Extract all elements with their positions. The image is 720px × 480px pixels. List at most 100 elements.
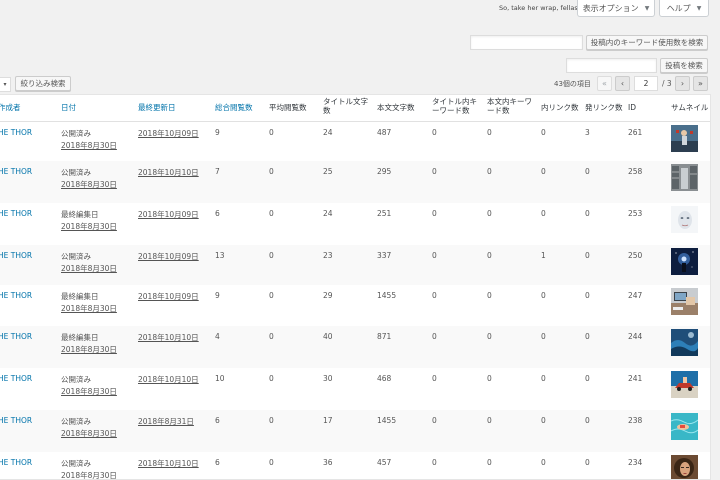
author-link[interactable]: HE THOR <box>0 374 32 383</box>
post-status: 公開済み <box>61 129 91 138</box>
post-search-input[interactable] <box>566 58 657 73</box>
keyword-search-button[interactable]: 投稿内のキーワード使用数を検索 <box>586 35 708 50</box>
modified-date: 2018年10月09日 <box>138 292 199 301</box>
title-chars-value: 29 <box>323 291 333 300</box>
external-links-value: 0 <box>585 251 590 260</box>
thumbnail-red-car-photo[interactable] <box>671 371 698 398</box>
column-date[interactable]: 日付 <box>61 103 76 112</box>
body-keywords-value: 0 <box>487 167 492 176</box>
bulk-action-select[interactable]: ▾ <box>0 77 11 92</box>
column-body-keywords: 本文内キーワード数 <box>487 97 532 115</box>
help-button[interactable]: ヘルプ ▼ <box>659 0 709 17</box>
modified-date: 2018年8月31日 <box>138 417 194 426</box>
title-chars-value: 24 <box>323 128 333 137</box>
total-views-value: 10 <box>215 374 225 383</box>
total-views-value: 9 <box>215 128 220 137</box>
post-status: 公開済み <box>61 375 91 384</box>
column-title-chars: タイトル文字数 <box>323 97 368 115</box>
author-link[interactable]: HE THOR <box>0 167 32 176</box>
column-id: ID <box>628 103 636 112</box>
post-status: 公開済み <box>61 417 91 426</box>
body-chars-value: 487 <box>377 128 392 137</box>
avg-views-value: 0 <box>269 167 274 176</box>
keyword-search-input[interactable] <box>470 35 583 50</box>
title-keywords-value: 0 <box>432 167 437 176</box>
modified-date: 2018年10月10日 <box>138 168 199 177</box>
author-link[interactable]: HE THOR <box>0 128 32 137</box>
author-link[interactable]: HE THOR <box>0 291 32 300</box>
author-link[interactable]: HE THOR <box>0 209 32 218</box>
thumbnail-desk-photo[interactable] <box>671 288 698 315</box>
internal-links-value: 0 <box>541 458 546 467</box>
filter-button[interactable]: 絞り込み検索 <box>15 76 71 91</box>
table-row: HE THOR 2018年10月10日 4 0 40 871 0 0 0 0 244 最終編集日 201… <box>0 326 710 368</box>
body-chars-value: 295 <box>377 167 392 176</box>
post-id-value: 238 <box>628 416 643 425</box>
current-page-input[interactable]: 2 <box>634 76 658 91</box>
post-status: 最終編集日 <box>61 333 99 342</box>
column-author[interactable]: 作成者 <box>0 103 21 112</box>
total-views-value: 4 <box>215 332 220 341</box>
thumbnail-fighter-photo[interactable] <box>671 125 698 152</box>
title-chars-value: 36 <box>323 458 333 467</box>
thumbnail-library-photo[interactable] <box>671 164 698 191</box>
internal-links-value: 0 <box>541 374 546 383</box>
column-total-views[interactable]: 総合閲覧数 <box>215 103 253 112</box>
title-keywords-value: 0 <box>432 374 437 383</box>
modified-date: 2018年10月10日 <box>138 459 199 468</box>
prev-page-button[interactable]: ‹ <box>615 76 630 91</box>
total-views-value: 13 <box>215 251 225 260</box>
external-links-value: 0 <box>585 458 590 467</box>
post-id-value: 234 <box>628 458 643 467</box>
items-count: 43個の項目 <box>554 80 591 88</box>
external-links-value: 0 <box>585 291 590 300</box>
author-link[interactable]: HE THOR <box>0 416 32 425</box>
table-row: HE THOR 2018年10月10日 7 0 25 295 0 0 0 0 258 公開済み 2018… <box>0 161 710 203</box>
table-row: HE THOR 2018年10月10日 10 0 30 468 0 0 0 0 241 公開済み 201… <box>0 368 710 410</box>
thumbnail-face-photo[interactable] <box>671 206 698 233</box>
total-views-value: 6 <box>215 416 220 425</box>
author-link[interactable]: HE THOR <box>0 332 32 341</box>
body-keywords-value: 0 <box>487 332 492 341</box>
body-keywords-value: 0 <box>487 251 492 260</box>
post-id-value: 250 <box>628 251 643 260</box>
post-search-button[interactable]: 投稿を検索 <box>660 58 708 73</box>
column-body-chars: 本文文字数 <box>377 103 415 112</box>
body-chars-value: 468 <box>377 374 392 383</box>
title-keywords-value: 0 <box>432 209 437 218</box>
publish-date: 2018年8月30日 <box>61 345 117 354</box>
post-status: 公開済み <box>61 168 91 177</box>
thumbnail-portrait-photo[interactable] <box>671 455 698 479</box>
avg-views-value: 0 <box>269 251 274 260</box>
modified-date: 2018年10月10日 <box>138 375 199 384</box>
author-link[interactable]: HE THOR <box>0 251 32 260</box>
admin-bar-quote: So, take her wrap, fellas <box>499 4 578 12</box>
post-status: 公開済み <box>61 459 91 468</box>
post-id-value: 261 <box>628 128 643 137</box>
thumbnail-pool-photo[interactable] <box>671 413 698 440</box>
modified-date: 2018年10月09日 <box>138 252 199 261</box>
thumbnail-night-photo[interactable] <box>671 248 698 275</box>
body-keywords-value: 0 <box>487 458 492 467</box>
title-chars-value: 25 <box>323 167 333 176</box>
body-chars-value: 871 <box>377 332 392 341</box>
column-avg-views: 平均閲覧数 <box>269 103 307 112</box>
post-id-value: 258 <box>628 167 643 176</box>
body-keywords-value: 0 <box>487 291 492 300</box>
body-keywords-value: 0 <box>487 374 492 383</box>
author-link[interactable]: HE THOR <box>0 458 32 467</box>
first-page-button[interactable]: « <box>597 76 612 91</box>
body-keywords-value: 0 <box>487 209 492 218</box>
title-keywords-value: 0 <box>432 251 437 260</box>
table-row: HE THOR 2018年10月09日 9 0 24 487 0 0 0 3 261 公開済み 2018… <box>0 122 710 161</box>
external-links-value: 0 <box>585 374 590 383</box>
column-modified[interactable]: 最終更新日 <box>138 103 176 112</box>
avg-views-value: 0 <box>269 291 274 300</box>
next-page-button[interactable]: › <box>675 76 690 91</box>
thumbnail-ocean-photo[interactable] <box>671 329 698 356</box>
last-page-button[interactable]: » <box>693 76 708 91</box>
publish-date: 2018年8月30日 <box>61 222 117 231</box>
column-thumbnail: サムネイル <box>671 103 709 112</box>
screen-options-button[interactable]: 表示オプション ▼ <box>577 0 655 17</box>
total-pages: / 3 <box>662 79 672 88</box>
